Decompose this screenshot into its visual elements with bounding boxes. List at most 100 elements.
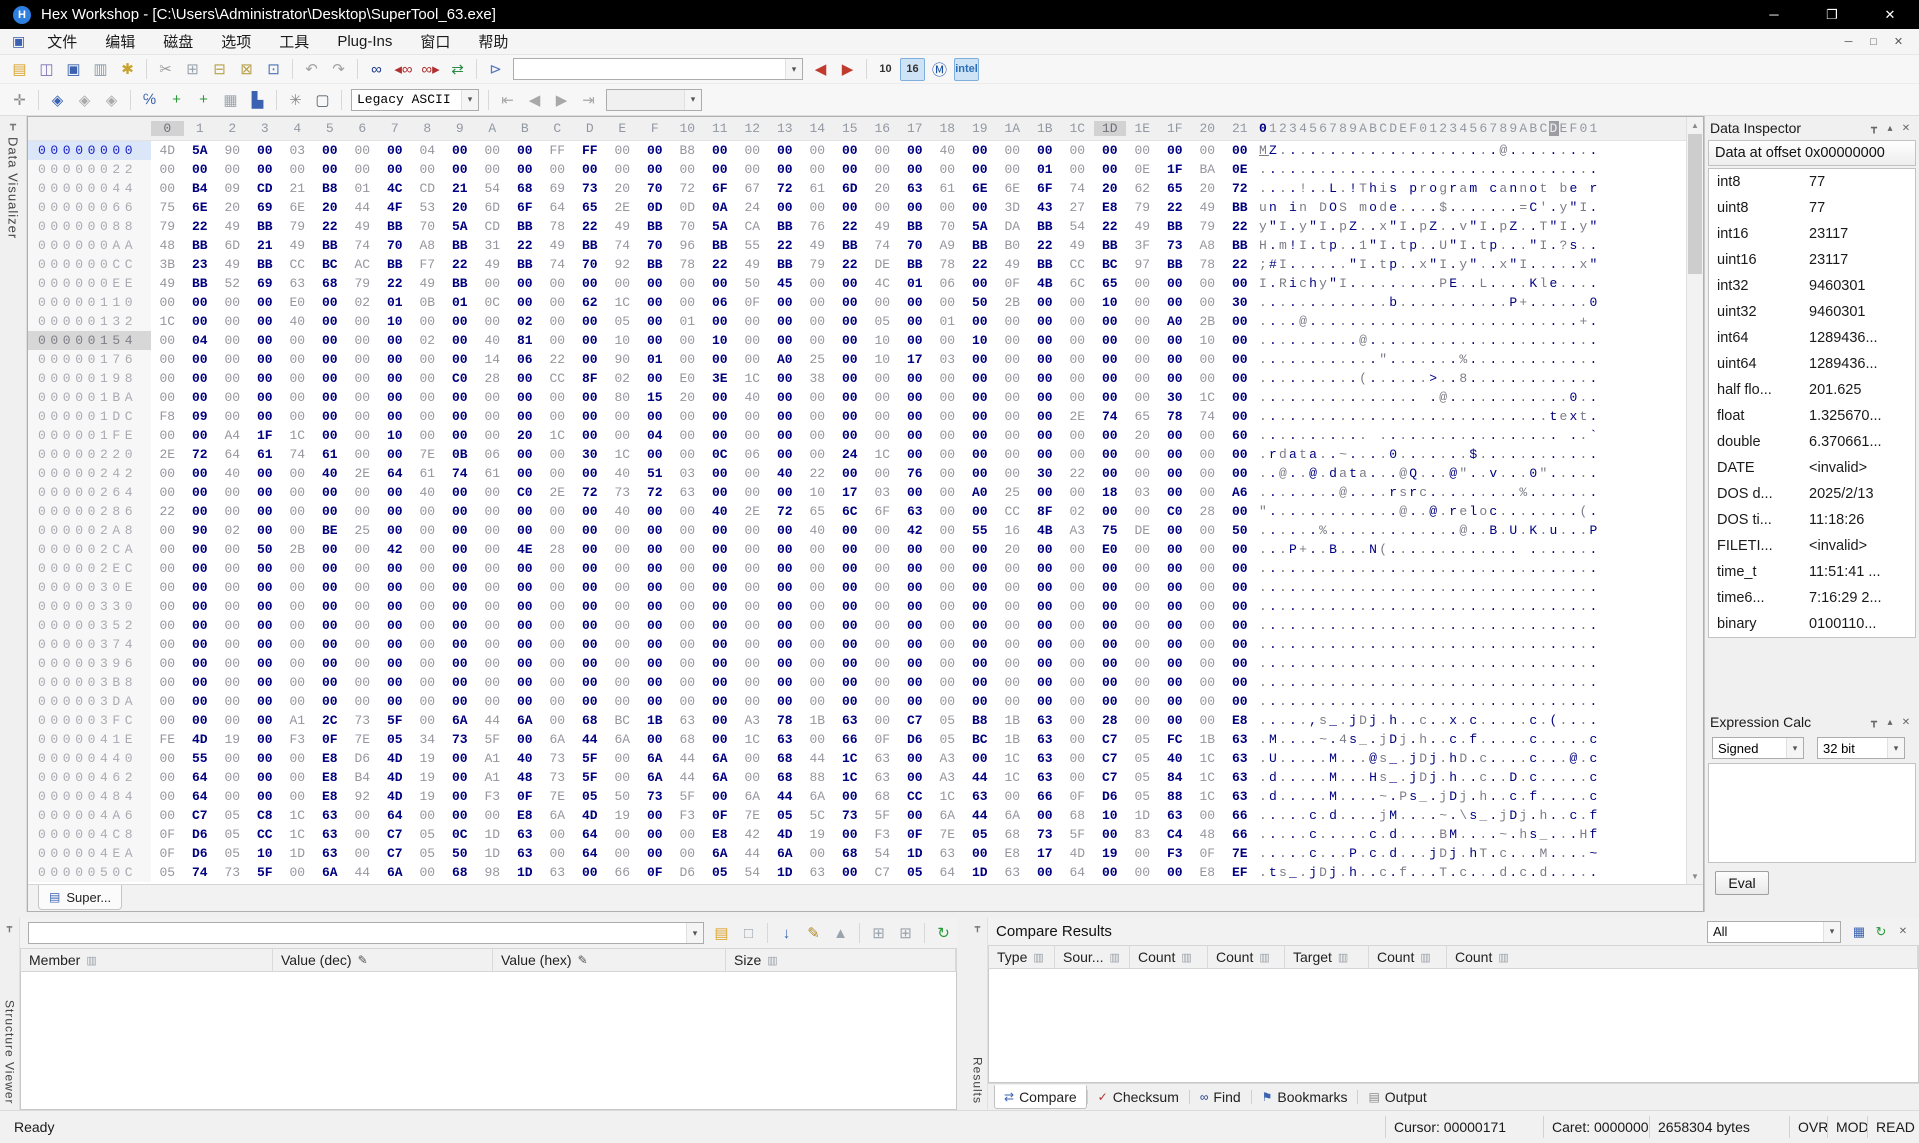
nav-first-icon[interactable]: ⇤ <box>495 88 520 111</box>
hex-byte[interactable]: 63 <box>1159 806 1192 825</box>
hex-byte[interactable]: 0F <box>1191 844 1224 863</box>
hex-byte[interactable]: 00 <box>541 597 574 616</box>
hex-byte[interactable]: 6A <box>639 768 672 787</box>
hex-byte[interactable]: 05 <box>1126 768 1159 787</box>
hex-byte[interactable]: 25 <box>801 350 834 369</box>
hex-byte[interactable]: 00 <box>1224 350 1257 369</box>
hex-byte[interactable]: 20 <box>866 179 899 198</box>
hex-byte[interactable]: 49 <box>476 255 509 274</box>
hex-byte[interactable]: 00 <box>996 160 1029 179</box>
hex-byte[interactable]: E8 <box>1094 198 1127 217</box>
hex-byte[interactable]: 00 <box>964 445 997 464</box>
hex-byte[interactable]: 50 <box>736 274 769 293</box>
hex-byte[interactable]: 00 <box>281 559 314 578</box>
hex-byte[interactable]: 22 <box>1029 236 1062 255</box>
hex-byte[interactable]: 00 <box>476 597 509 616</box>
hex-byte[interactable]: 00 <box>1126 559 1159 578</box>
hex-byte[interactable]: 00 <box>444 407 477 426</box>
ascii-cell[interactable]: ".............@..@.reloc........(. <box>1259 502 1600 521</box>
hex-byte[interactable]: 40 <box>606 464 639 483</box>
hex-byte[interactable]: 00 <box>346 312 379 331</box>
hex-byte[interactable]: 6A <box>509 711 542 730</box>
ascii-cell[interactable]: un in DOS mode....$.......=C'.y"I. <box>1259 198 1600 217</box>
hex-byte[interactable]: 00 <box>671 692 704 711</box>
hex-byte[interactable]: CD <box>411 179 444 198</box>
hex-byte[interactable]: 00 <box>1094 331 1127 350</box>
hex-byte[interactable]: 00 <box>639 445 672 464</box>
hex-byte[interactable]: 00 <box>476 274 509 293</box>
hex-byte[interactable]: 00 <box>834 350 867 369</box>
hex-byte[interactable]: 00 <box>1061 635 1094 654</box>
hex-byte[interactable]: 00 <box>866 654 899 673</box>
hex-byte[interactable]: 27 <box>1061 198 1094 217</box>
hex-byte[interactable]: 00 <box>249 407 282 426</box>
hex-byte[interactable]: 00 <box>704 141 737 160</box>
hex-byte[interactable]: 00 <box>1159 635 1192 654</box>
hex-byte[interactable]: 00 <box>736 616 769 635</box>
hex-byte[interactable]: 00 <box>216 787 249 806</box>
hex-byte[interactable]: 00 <box>1159 141 1192 160</box>
structure-table-body[interactable] <box>20 972 957 1110</box>
hex-byte[interactable]: 00 <box>996 559 1029 578</box>
hex-byte[interactable]: 63 <box>1224 730 1257 749</box>
hex-byte[interactable]: 00 <box>281 578 314 597</box>
hex-byte[interactable]: 00 <box>801 274 834 293</box>
hex-byte[interactable]: BB <box>704 236 737 255</box>
hex-byte[interactable]: 00 <box>541 844 574 863</box>
hex-byte[interactable]: 19 <box>216 730 249 749</box>
hex-byte[interactable]: 00 <box>346 369 379 388</box>
hex-byte[interactable]: 92 <box>606 255 639 274</box>
hex-byte[interactable]: 00 <box>1224 312 1257 331</box>
hex-byte[interactable]: 74 <box>184 863 217 882</box>
hex-byte[interactable]: 00 <box>801 559 834 578</box>
hex-byte[interactable]: 4B <box>1029 521 1062 540</box>
hex-byte[interactable]: 49 <box>1191 198 1224 217</box>
tab-compare[interactable]: ⇄Compare <box>994 1085 1087 1109</box>
hex-byte[interactable]: 00 <box>1126 578 1159 597</box>
hex-byte[interactable]: 00 <box>216 160 249 179</box>
hex-byte[interactable]: 00 <box>1159 654 1192 673</box>
hex-byte[interactable]: 5F <box>476 730 509 749</box>
hex-byte[interactable]: 00 <box>314 141 347 160</box>
hex-byte[interactable]: 1B <box>996 711 1029 730</box>
hex-byte[interactable]: 00 <box>1191 445 1224 464</box>
results-strip[interactable]: ┳ Results <box>968 918 988 1110</box>
hex-byte[interactable]: 61 <box>931 179 964 198</box>
intel-byte-order-icon[interactable]: intel <box>954 58 979 81</box>
hex-byte[interactable]: 03 <box>281 141 314 160</box>
hex-byte[interactable]: 1D <box>1126 806 1159 825</box>
hex-byte[interactable]: 00 <box>509 445 542 464</box>
hex-byte[interactable]: 00 <box>866 711 899 730</box>
hex-byte[interactable]: 7E <box>736 806 769 825</box>
hex-byte[interactable]: 00 <box>606 160 639 179</box>
hex-byte[interactable]: 00 <box>671 445 704 464</box>
hex-byte[interactable]: 61 <box>249 445 282 464</box>
hex-byte[interactable]: 00 <box>574 350 607 369</box>
hex-byte[interactable]: 00 <box>1191 141 1224 160</box>
hex-byte[interactable]: 00 <box>444 787 477 806</box>
hex-byte[interactable]: 00 <box>314 312 347 331</box>
hex-byte[interactable]: 00 <box>931 597 964 616</box>
hex-byte[interactable]: BB <box>899 217 932 236</box>
hex-byte[interactable]: 68 <box>996 825 1029 844</box>
hex-byte[interactable]: 00 <box>444 331 477 350</box>
hex-byte[interactable]: 00 <box>379 445 412 464</box>
hex-byte[interactable]: 00 <box>476 426 509 445</box>
hex-byte[interactable]: 00 <box>249 388 282 407</box>
hex-byte[interactable]: 00 <box>606 635 639 654</box>
hex-byte[interactable]: A0 <box>1159 312 1192 331</box>
hex-byte[interactable]: 00 <box>834 160 867 179</box>
tab-output[interactable]: ▤Output <box>1358 1085 1436 1109</box>
hex-byte[interactable]: 00 <box>411 597 444 616</box>
hex-byte[interactable]: 78 <box>1159 407 1192 426</box>
hex-byte[interactable]: 00 <box>1191 597 1224 616</box>
hex-byte[interactable]: 69 <box>249 274 282 293</box>
hex-byte[interactable]: 00 <box>931 331 964 350</box>
hex-byte[interactable]: 1C <box>151 312 184 331</box>
hex-byte[interactable]: 00 <box>476 502 509 521</box>
hex-byte[interactable]: 00 <box>1126 654 1159 673</box>
hex-byte[interactable]: 00 <box>346 407 379 426</box>
hex-byte[interactable]: 05 <box>704 863 737 882</box>
hex-byte[interactable]: 00 <box>509 369 542 388</box>
hex-byte[interactable]: 49 <box>411 274 444 293</box>
